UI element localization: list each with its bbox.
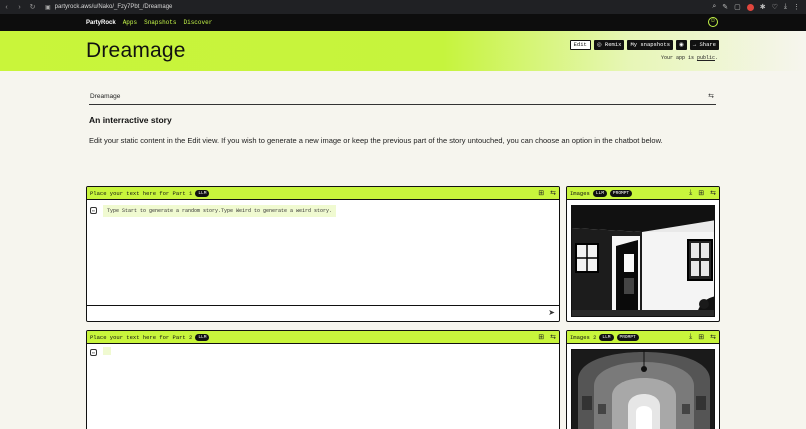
nav-link-apps[interactable]: Apps <box>123 19 137 26</box>
prompt-badge: PROMPT <box>616 333 639 341</box>
forward-icon[interactable]: › <box>13 4 26 11</box>
nav-link-snapshots[interactable]: Snapshots <box>144 19 176 26</box>
edit-button[interactable]: Edit <box>569 40 591 50</box>
images1-widget: Images LLM PROMPT ⤓ ⊞ ⇆ <box>566 186 720 322</box>
hallway-illustration <box>572 350 714 429</box>
settings-sliders-icon[interactable]: ⇆ <box>708 92 714 100</box>
puzzle-icon[interactable]: ✱ <box>760 3 766 11</box>
share-icon: → <box>692 41 697 48</box>
user-avatar-icon[interactable]: ☺ <box>708 17 718 27</box>
remix-icon: ◎ <box>596 41 605 48</box>
download-icon[interactable]: ⤓ <box>689 189 692 197</box>
part2-widget-tools: ⊞ ⇆ <box>538 333 556 341</box>
download-icon[interactable]: ⤓ <box>784 3 787 11</box>
images1-widget-title: Images <box>570 189 590 197</box>
settings-sliders-icon[interactable]: ⇆ <box>710 333 716 341</box>
settings-sliders-icon[interactable]: ⇆ <box>550 333 556 341</box>
add-to-app-icon[interactable]: ⊞ <box>538 189 544 197</box>
chat-message: ▪▪ <box>90 347 111 356</box>
edit-icon[interactable]: ✎ <box>722 3 728 11</box>
generated-image-house[interactable] <box>571 205 715 317</box>
menu-icon[interactable]: ⋮ <box>793 3 800 11</box>
camera-icon: ◉ <box>679 41 684 48</box>
send-icon[interactable]: ➤ <box>548 308 555 317</box>
lock-icon: ▣ <box>45 4 51 11</box>
bot-icon: ▪▪ <box>90 207 97 214</box>
llm-badge: LLM <box>592 189 607 197</box>
part1-widget-title: Place your text here for Part 1 <box>90 189 193 197</box>
chat-input[interactable]: ➤ <box>87 305 559 321</box>
remix-button[interactable]: ◎ Remix <box>593 40 625 50</box>
llm-badge: LLM <box>195 189 210 197</box>
screenshot-icon[interactable]: ▢ <box>734 3 741 11</box>
house-illustration <box>572 206 714 316</box>
visibility-note-suffix: . <box>714 55 718 61</box>
part2-widget-title: Place your text here for Part 2 <box>90 333 193 341</box>
nav-link-discover[interactable]: Discover <box>184 19 213 26</box>
story-heading: An interractive story <box>89 115 172 125</box>
share-button[interactable]: → Share <box>689 40 719 50</box>
header-actions: Edit ◎ Remix My snapshots ◉ → Share <box>569 40 719 50</box>
visibility-note: Your app is public. <box>661 55 718 61</box>
share-label: Share <box>699 41 716 48</box>
search-icon[interactable]: ⌕ <box>712 3 716 11</box>
heart-icon[interactable]: ♡ <box>772 3 778 11</box>
story-description: Edit your static content in the Edit vie… <box>89 136 663 145</box>
app-header: Dreamage Edit ◎ Remix My snapshots ◉ → S… <box>0 31 806 71</box>
images1-widget-header: Images LLM PROMPT ⤓ ⊞ ⇆ <box>567 187 719 200</box>
camera-button[interactable]: ◉ <box>676 40 687 50</box>
browser-extension-icons: ⌕ ✎ ▢ ✱ ♡ ⤓ ⋮ <box>712 0 800 14</box>
browser-toolbar: ‹ › ↻ ▣ partyrock.aws/u/Nako/_Fzy7Pbt_/D… <box>0 0 806 14</box>
part2-widget-header: Place your text here for Part 2 LLM ⊞ ⇆ <box>87 331 559 344</box>
llm-badge: LLM <box>599 333 614 341</box>
bot-icon: ▪▪ <box>90 349 97 356</box>
remix-label: Remix <box>604 41 622 48</box>
prompt-badge: PROMPT <box>609 189 633 197</box>
address-bar[interactable]: ▣ partyrock.aws/u/Nako/_Fzy7Pbt_/Dreamag… <box>45 4 172 11</box>
part2-chat-widget: Place your text here for Part 2 LLM ⊞ ⇆ … <box>86 330 560 429</box>
images2-widget: Images 2 LLM PROMPT ⤓ ⊞ ⇆ <box>566 330 720 429</box>
settings-sliders-icon[interactable]: ⇆ <box>550 189 556 197</box>
part1-widget-tools: ⊞ ⇆ <box>538 189 556 197</box>
back-icon[interactable]: ‹ <box>0 4 13 11</box>
description-widget-header: Dreamage ⇆ <box>89 91 716 105</box>
images2-widget-header: Images 2 LLM PROMPT ⤓ ⊞ ⇆ <box>567 331 719 344</box>
visibility-note-prefix: Your app is <box>660 55 697 61</box>
brand-logo[interactable]: PartyRock <box>86 20 116 26</box>
public-link[interactable]: public <box>697 55 715 61</box>
address-text: partyrock.aws/u/Nako/_Fzy7Pbt_/Dreamage <box>54 4 173 10</box>
bot-message-text: Type Start to generate a random story.Ty… <box>103 205 337 217</box>
images2-widget-title: Images 2 <box>570 333 597 341</box>
reload-icon[interactable]: ↻ <box>26 3 39 11</box>
chat-message: ▪▪ Type Start to generate a random story… <box>90 205 337 217</box>
download-icon[interactable]: ⤓ <box>689 333 692 341</box>
part1-chat-widget: Place your text here for Part 1 LLM ⊞ ⇆ … <box>86 186 560 322</box>
images1-widget-tools: ⤓ ⊞ ⇆ <box>689 189 716 197</box>
part1-widget-header: Place your text here for Part 1 LLM ⊞ ⇆ <box>87 187 559 200</box>
settings-sliders-icon[interactable]: ⇆ <box>710 189 716 197</box>
images2-widget-tools: ⤓ ⊞ ⇆ <box>689 333 716 341</box>
generated-image-hallway[interactable] <box>571 349 715 429</box>
bot-message-empty <box>103 347 111 355</box>
extension-record-icon[interactable] <box>746 3 754 11</box>
add-to-app-icon[interactable]: ⊞ <box>698 189 704 197</box>
app-navbar: PartyRock Apps Snapshots Discover ☺ <box>0 14 806 31</box>
description-widget-title: Dreamage <box>90 93 121 100</box>
my-snapshots-button[interactable]: My snapshots <box>627 40 674 50</box>
page-title: Dreamage <box>86 39 186 62</box>
llm-badge: LLM <box>195 333 210 341</box>
add-to-app-icon[interactable]: ⊞ <box>698 333 704 341</box>
add-to-app-icon[interactable]: ⊞ <box>538 333 544 341</box>
